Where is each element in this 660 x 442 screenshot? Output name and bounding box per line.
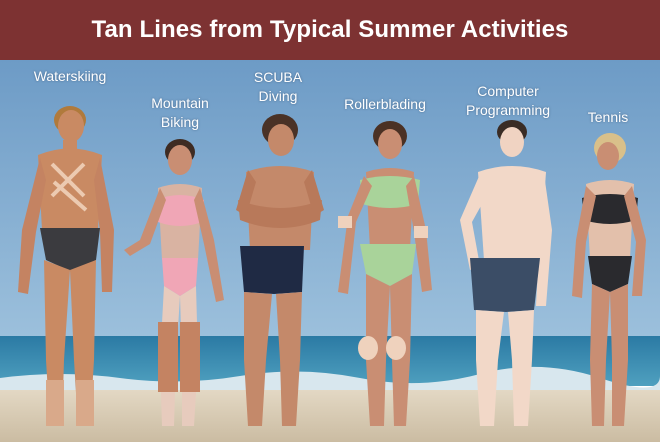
beach-photo: Waterskiing Mountain Biking SCUBA Diving… bbox=[0, 60, 660, 442]
label-mountain-biking: Mountain Biking bbox=[151, 95, 209, 130]
label-waterskiing: Waterskiing bbox=[33, 68, 107, 84]
sand bbox=[0, 390, 660, 442]
label-tennis: Tennis bbox=[587, 109, 629, 125]
label-scuba-diving: SCUBA Diving bbox=[253, 69, 303, 104]
page-title: Tan Lines from Typical Summer Activities bbox=[91, 16, 569, 43]
label-rollerblading: Rollerblading bbox=[344, 96, 426, 112]
title-banner: Tan Lines from Typical Summer Activities bbox=[0, 0, 660, 60]
label-computer-programming: Computer Programming bbox=[465, 83, 551, 118]
photo-frame: Tan Lines from Typical Summer Activities bbox=[0, 0, 660, 442]
